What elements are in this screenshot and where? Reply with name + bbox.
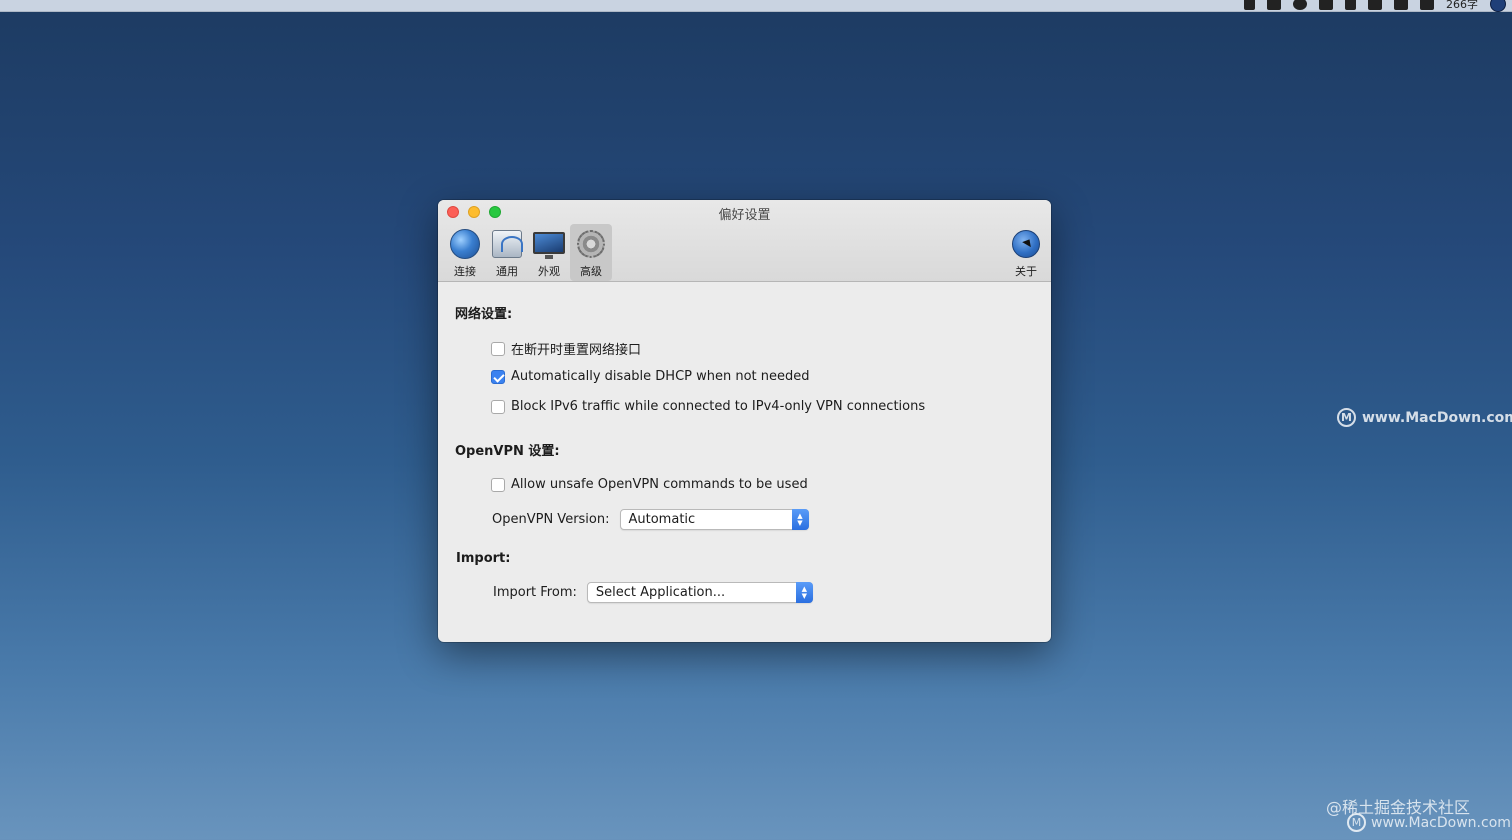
tab-label: 连接 xyxy=(454,265,476,278)
watermark-right: M www.MacDown.com xyxy=(1337,408,1512,427)
tab-appearance[interactable]: 外观 xyxy=(528,224,570,281)
router-icon xyxy=(492,230,523,258)
select-value: Automatic xyxy=(628,512,696,527)
about-icon xyxy=(1012,230,1040,258)
openvpn-version-row: OpenVPN Version: Automatic ▲ ▼ xyxy=(492,509,809,530)
tab-label: 通用 xyxy=(496,265,518,278)
option-label: 在断开时重置网络接口 xyxy=(511,343,642,358)
tab-advanced[interactable]: 高级 xyxy=(570,224,612,281)
bird-icon[interactable] xyxy=(1420,0,1434,10)
chevron-updown-icon: ▲ ▼ xyxy=(791,509,809,530)
preferences-window: 偏好设置 连接 通用 外观 高级 关于 网络设置: 在断开时重置网络接口 Aut… xyxy=(438,200,1051,642)
watermark-text: www.MacDown.com xyxy=(1362,409,1512,426)
option-label: Automatically disable DHCP when not need… xyxy=(511,369,810,384)
option-label: Allow unsafe OpenVPN commands to be used xyxy=(511,477,808,492)
tab-connection[interactable]: 连接 xyxy=(444,224,486,281)
dropbox-icon[interactable] xyxy=(1368,0,1382,10)
block-ipv6-checkbox[interactable] xyxy=(491,399,505,414)
tab-about[interactable]: 关于 xyxy=(1005,224,1047,281)
window-title: 偏好设置 xyxy=(718,208,771,223)
window-titlebar: 偏好设置 连接 通用 外观 高级 关于 xyxy=(438,200,1051,282)
screen-record-icon[interactable] xyxy=(1267,0,1281,10)
user-avatar-icon[interactable] xyxy=(1490,0,1506,12)
menu-bar: 266字 xyxy=(0,0,1512,12)
disable-dhcp-option[interactable]: Automatically disable DHCP when not need… xyxy=(491,369,810,384)
tab-general[interactable]: 通用 xyxy=(486,224,528,281)
openvpn-settings-heading: OpenVPN 设置: xyxy=(455,444,560,459)
import-from-row: Import From: Select Application... ▲ ▼ xyxy=(493,582,813,603)
watermark-bottom-en: M www.MacDown.com xyxy=(1347,813,1511,832)
macdown-logo-icon: M xyxy=(1337,408,1356,427)
menu-bar-extras: 266字 xyxy=(1244,0,1506,12)
disable-dhcp-checkbox[interactable] xyxy=(491,369,505,384)
tab-label: 外观 xyxy=(538,265,560,278)
option-label: Block IPv6 traffic while connected to IP… xyxy=(511,399,926,414)
bookmark-icon[interactable] xyxy=(1244,0,1255,10)
preferences-toolbar: 连接 通用 外观 高级 xyxy=(444,224,612,281)
unsafe-commands-checkbox[interactable] xyxy=(491,477,505,492)
chevron-updown-icon: ▲ ▼ xyxy=(795,582,813,603)
tab-label: 高级 xyxy=(580,265,602,278)
block-ipv6-option[interactable]: Block IPv6 traffic while connected to IP… xyxy=(491,399,925,414)
unsafe-commands-option[interactable]: Allow unsafe OpenVPN commands to be used xyxy=(491,477,808,492)
import-from-select[interactable]: Select Application... ▲ ▼ xyxy=(586,582,813,603)
select-value: Select Application... xyxy=(595,585,726,600)
globe-icon xyxy=(450,229,480,259)
lock-icon[interactable] xyxy=(1345,0,1356,10)
import-heading: Import: xyxy=(456,551,511,566)
import-from-label: Import From: xyxy=(493,585,577,600)
reset-network-option[interactable]: 在断开时重置网络接口 xyxy=(491,339,641,358)
word-count-text: 266字 xyxy=(1446,0,1478,11)
openvpn-version-select[interactable]: Automatic ▲ ▼ xyxy=(619,509,809,530)
grid-icon[interactable] xyxy=(1319,0,1333,10)
tab-label: 关于 xyxy=(1015,265,1037,278)
monitor-icon xyxy=(533,232,565,259)
watermark-text: www.MacDown.com xyxy=(1371,814,1511,831)
shield-icon[interactable] xyxy=(1293,0,1307,10)
gear-icon xyxy=(577,230,605,258)
macdown-logo-icon: M xyxy=(1347,813,1366,832)
input-method-icon[interactable] xyxy=(1394,0,1408,10)
openvpn-version-label: OpenVPN Version: xyxy=(492,512,610,527)
network-settings-heading: 网络设置: xyxy=(455,307,513,322)
reset-network-checkbox[interactable] xyxy=(491,341,505,356)
